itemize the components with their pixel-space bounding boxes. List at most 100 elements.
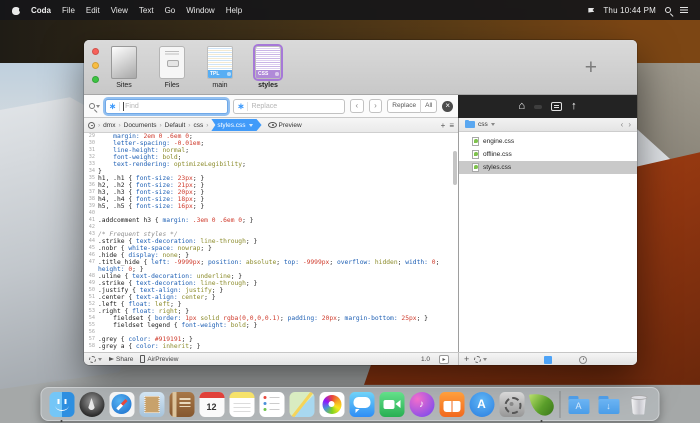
minimize-button[interactable] [92, 62, 99, 69]
find-input[interactable]: ∗ Find [105, 99, 228, 114]
dock-ibooks[interactable] [437, 390, 466, 419]
line-number: 29 [84, 133, 98, 140]
wildcard-icon[interactable]: ∗ [237, 101, 244, 112]
find-previous-button[interactable]: ‹ [350, 99, 364, 113]
sites-thumbnail [111, 46, 137, 79]
code-line: 29 margin: 2em 0 .6em 0; [84, 133, 458, 140]
dock-itunes[interactable]: ♪ [407, 390, 436, 419]
dock-mail[interactable] [137, 390, 166, 419]
new-tab-button[interactable]: + [441, 121, 446, 130]
menu-clock[interactable]: Thu 10:44 PM [603, 6, 656, 15]
preview-label[interactable]: Preview [279, 122, 302, 129]
dock-trash[interactable] [624, 390, 653, 419]
dock-messages[interactable] [347, 390, 376, 419]
code-line: 50.justify { text-align: justify; } [84, 287, 458, 294]
dock-finder[interactable] [47, 390, 76, 419]
dock-launchpad[interactable] [77, 390, 106, 419]
dock-reminders[interactable] [257, 390, 286, 419]
replace-all-button[interactable]: All [421, 100, 436, 112]
app-menu-title[interactable]: Coda [31, 6, 51, 15]
editor-scrollbar[interactable] [453, 151, 457, 185]
line-number: 57 [84, 336, 98, 343]
publish-icon[interactable]: ↑ [571, 101, 577, 112]
breadcrumb-css[interactable]: css [191, 122, 205, 129]
toolbar-item-label: Sites [106, 82, 142, 89]
breadcrumb-dmx[interactable]: dmx [101, 122, 117, 129]
toolbar-item-styles[interactable]: CSSstyles [250, 46, 286, 89]
folder-header[interactable]: css ‹ › [459, 118, 637, 132]
notes-icon [229, 392, 254, 417]
coda-window: Sites Files TPLmain CSSstyles + ∗ Find ∗ Re… [84, 40, 637, 365]
toolbar-item-main[interactable]: TPLmain [202, 46, 238, 89]
close-find-bar-button[interactable]: × [442, 101, 453, 112]
file-item-engine.css[interactable]: engine.css [459, 135, 637, 148]
toolbar-item-Sites[interactable]: Sites [106, 46, 142, 89]
share-button[interactable]: Share [109, 356, 133, 363]
replace-input[interactable]: ∗ Replace [233, 99, 345, 114]
dock-facetime[interactable] [377, 390, 406, 419]
search-options-button[interactable] [89, 103, 100, 109]
dock-calendar[interactable]: 12 [197, 390, 226, 419]
local-files-view-icon[interactable] [544, 356, 552, 364]
menu-item-view[interactable]: View [111, 6, 128, 15]
dock-app-store[interactable]: A [467, 390, 496, 419]
code-text: h1, .h1 { font-size: 23px; } [98, 175, 204, 182]
clips-icon[interactable] [551, 102, 562, 111]
preview-play-button[interactable]: ▸ [439, 355, 449, 364]
home-icon[interactable]: ⌂ [518, 101, 525, 112]
dock-maps[interactable] [287, 390, 316, 419]
documents-tab-selected[interactable] [534, 105, 542, 109]
menu-item-file[interactable]: File [62, 6, 75, 15]
dock-safari[interactable] [107, 390, 136, 419]
line-number: 31 [84, 147, 98, 154]
find-next-button[interactable]: › [369, 99, 383, 113]
code-text: /* Frequent styles */ [98, 231, 178, 238]
notification-center-icon[interactable] [680, 7, 688, 13]
active-file-tab[interactable]: styles.css [211, 119, 261, 131]
add-tab-button[interactable]: + [585, 57, 597, 78]
file-item-styles.css[interactable]: styles.css [459, 161, 637, 174]
menu-item-edit[interactable]: Edit [86, 6, 100, 15]
folder-back-button[interactable]: ‹ [621, 120, 624, 129]
menu-bar-status: Thu 10:44 PM [588, 6, 700, 15]
wildcard-icon[interactable]: ∗ [109, 101, 116, 112]
folder-icon [465, 121, 475, 128]
dock-system-preferences[interactable] [497, 390, 526, 419]
breadcrumb-Documents[interactable]: Documents [122, 122, 159, 129]
file-actions-button[interactable] [474, 356, 487, 363]
new-file-button[interactable]: + [464, 354, 469, 364]
airpreview-label: AirPreview [147, 356, 178, 363]
dock-contacts[interactable] [167, 390, 196, 419]
input-flag-icon[interactable] [588, 8, 594, 13]
file-item-offline.css[interactable]: offline.css [459, 148, 637, 161]
dock-coda[interactable] [527, 390, 556, 419]
editor-settings-button[interactable] [89, 356, 102, 363]
spotlight-search-icon[interactable] [665, 7, 671, 13]
menu-item-text[interactable]: Text [139, 6, 154, 15]
dock-notes[interactable] [227, 390, 256, 419]
code-text: h2, .h2 { font-size: 21px; } [98, 182, 204, 189]
preview-eye-icon[interactable] [268, 122, 277, 128]
menu-item-help[interactable]: Help [226, 6, 242, 15]
airpreview-button[interactable]: AirPreview [140, 355, 178, 363]
replace-button[interactable]: Replace [388, 100, 420, 112]
dock-photos[interactable] [317, 390, 346, 419]
launchpad-icon [79, 392, 104, 417]
folder-forward-button[interactable]: › [628, 120, 631, 129]
apple-menu-icon[interactable] [12, 5, 21, 15]
menu-item-go[interactable]: Go [165, 6, 176, 15]
code-line: 31 line-height: normal; [84, 147, 458, 154]
dock-downloads-folder[interactable]: ↓ [594, 390, 623, 419]
code-editor[interactable]: 29 margin: 2em 0 .6em 0;30 letter-spacin… [84, 133, 458, 352]
tab-list-button[interactable]: ≡ [449, 121, 454, 130]
close-button[interactable] [92, 48, 99, 55]
code-line: 40 [84, 210, 458, 217]
dock-applications-folder[interactable]: A [564, 390, 593, 419]
breadcrumb-Default[interactable]: Default [163, 122, 188, 129]
recent-files-icon[interactable] [579, 356, 587, 364]
code-line: 46.hide { display: none; } [84, 252, 458, 259]
zoom-button[interactable] [92, 76, 99, 83]
site-root-icon[interactable] [88, 122, 95, 129]
menu-item-window[interactable]: Window [186, 6, 214, 15]
toolbar-item-Files[interactable]: Files [154, 46, 190, 89]
